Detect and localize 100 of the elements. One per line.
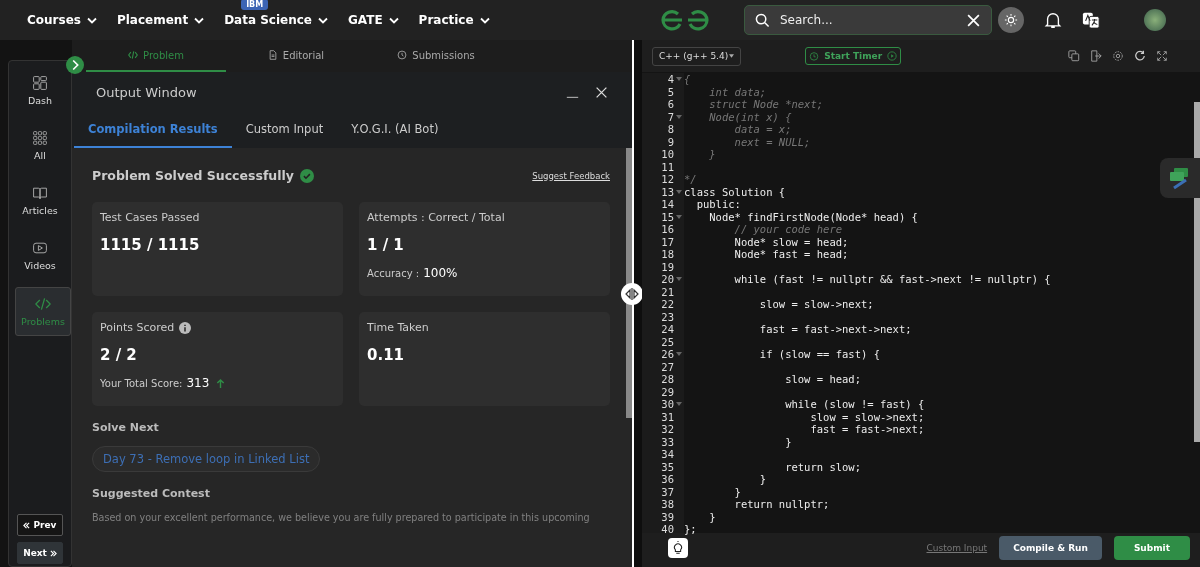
code-line: */ <box>684 173 697 185</box>
line-number: 36 <box>661 473 674 486</box>
suggest-feedback-link[interactable]: Suggest Feedback <box>532 170 610 181</box>
search-field[interactable]: Search... <box>744 5 992 35</box>
sidebar-item[interactable]: Dash <box>9 67 71 114</box>
code-line: Node* findFirstNode(Node* head) { <box>708 210 918 223</box>
code-line: class Solution { <box>684 185 786 198</box>
custom-input-link[interactable]: Custom Input <box>926 543 988 553</box>
code-line: Node(int x) { <box>708 110 792 123</box>
note-value: 313 <box>186 376 210 390</box>
line-number: 22 <box>661 298 674 311</box>
code-line: while (fast != nullptr && fast->next != nullptr) { <box>733 273 1051 285</box>
problem-tab[interactable]: Submissions <box>366 40 506 72</box>
nav-menu-item[interactable]: Practice <box>418 13 490 27</box>
output-tab[interactable]: Compilation Results <box>74 112 232 148</box>
line-number: 24 <box>661 323 674 336</box>
status-message: Problem Solved Successfully <box>92 168 294 183</box>
card-value: 1115 / 1115 <box>100 236 201 254</box>
line-number: 33 <box>661 435 674 448</box>
line-number: 34 <box>661 448 674 461</box>
line-number: 7 <box>667 110 674 123</box>
card-title: Points Scored <box>100 321 175 334</box>
line-number: 14 <box>661 198 674 211</box>
contest-description: Based on your excellent performance, we believe you are fully prepared to participate in this upcoming <box>92 512 591 524</box>
next-button[interactable]: Next <box>17 542 63 564</box>
code-line: } <box>733 485 741 498</box>
sidebar-item[interactable]: Videos <box>9 232 71 279</box>
code-line: if (slow == fast) { <box>758 348 880 360</box>
code-line: slow = slow->next; <box>809 410 925 423</box>
line-number: 12 <box>661 173 674 186</box>
line-number: 17 <box>661 235 674 248</box>
line-number: 40 <box>661 523 674 536</box>
note-value: 100% <box>423 266 458 280</box>
line-number: 8 <box>667 123 674 136</box>
line-number: 26 <box>661 348 674 361</box>
code-line: next = NULL; <box>733 135 811 148</box>
line-number: 4 <box>667 73 674 86</box>
line-number: 32 <box>661 423 674 436</box>
line-number: 5 <box>667 85 674 98</box>
note-label: Accuracy : <box>367 267 420 279</box>
previous-button[interactable]: Prev <box>17 514 63 536</box>
code-line: Node* slow = head; <box>733 235 849 248</box>
problem-tab[interactable]: Editorial <box>226 40 366 72</box>
section-heading: Suggested Contest <box>92 487 211 500</box>
line-number: 20 <box>661 273 674 286</box>
nav-menu-item[interactable]: GATE <box>348 13 399 27</box>
search-input[interactable]: Search... <box>778 12 958 28</box>
card-value: 2 / 2 <box>100 346 138 364</box>
nav-menu-item[interactable]: Courses <box>27 13 97 27</box>
submit-button[interactable]: Submit <box>1113 536 1190 560</box>
line-number: 10 <box>661 148 674 161</box>
note-label: Your Total Score: <box>100 377 183 389</box>
output-tab[interactable]: Custom Input <box>231 112 338 148</box>
code-line: { <box>684 73 691 85</box>
section-heading: Solve Next <box>92 421 160 434</box>
line-number: 23 <box>661 310 674 323</box>
card-value: 1 / 1 <box>367 236 405 254</box>
line-number: 29 <box>661 385 674 398</box>
nav-badge: IBM <box>241 0 269 10</box>
code-line: } <box>708 510 716 523</box>
compile-run-button[interactable]: Compile & Run <box>999 536 1102 560</box>
line-number: 6 <box>667 98 674 111</box>
line-number: 13 <box>661 185 674 198</box>
line-number: 21 <box>661 285 674 298</box>
card-title: Test Cases Passed <box>100 211 200 224</box>
line-number: 19 <box>661 260 674 273</box>
line-number: 30 <box>661 398 674 411</box>
output-window-title: Output Window <box>96 84 198 100</box>
card-title: Attempts : Correct / Total <box>367 211 505 224</box>
code-line: slow = slow->next; <box>758 298 874 310</box>
line-number: 25 <box>661 335 674 348</box>
output-tab[interactable]: Y.O.G.I. (AI Bot) <box>337 112 453 148</box>
line-number: 38 <box>661 498 674 511</box>
code-line: return nullptr; <box>733 498 830 510</box>
line-number: 9 <box>667 135 674 148</box>
code-line: fast = fast->next->next; <box>758 323 912 335</box>
code-line: } <box>708 148 716 160</box>
language-dropdown[interactable]: C++ (g++ 5.4) <box>652 46 742 66</box>
code-line: while (slow != fast) { <box>784 398 925 410</box>
nav-menu-item[interactable]: Placement <box>116 13 205 27</box>
code-line: public: <box>695 198 741 210</box>
code-line: slow = head; <box>784 373 861 385</box>
sidebar-item[interactable]: All <box>9 122 71 169</box>
line-number: 35 <box>661 460 674 473</box>
card-value: 0.11 <box>367 346 405 364</box>
code-line: // your code here <box>733 223 843 235</box>
code-line: return slow; <box>784 460 861 473</box>
code-line: } <box>758 473 767 485</box>
code-line: data = x; <box>733 123 792 135</box>
code-line: int data; <box>708 85 767 98</box>
code-line: } <box>784 435 792 448</box>
line-number: 28 <box>661 373 674 386</box>
line-number: 15 <box>661 210 674 223</box>
line-number: 11 <box>661 160 674 173</box>
code-line: struct Node *next; <box>708 98 824 110</box>
sidebar-item[interactable]: Articles <box>9 177 71 224</box>
line-number: 37 <box>661 485 674 498</box>
line-number: 27 <box>661 360 674 373</box>
start-timer-button[interactable]: Start Timer <box>805 47 902 65</box>
line-number: 39 <box>661 510 674 523</box>
